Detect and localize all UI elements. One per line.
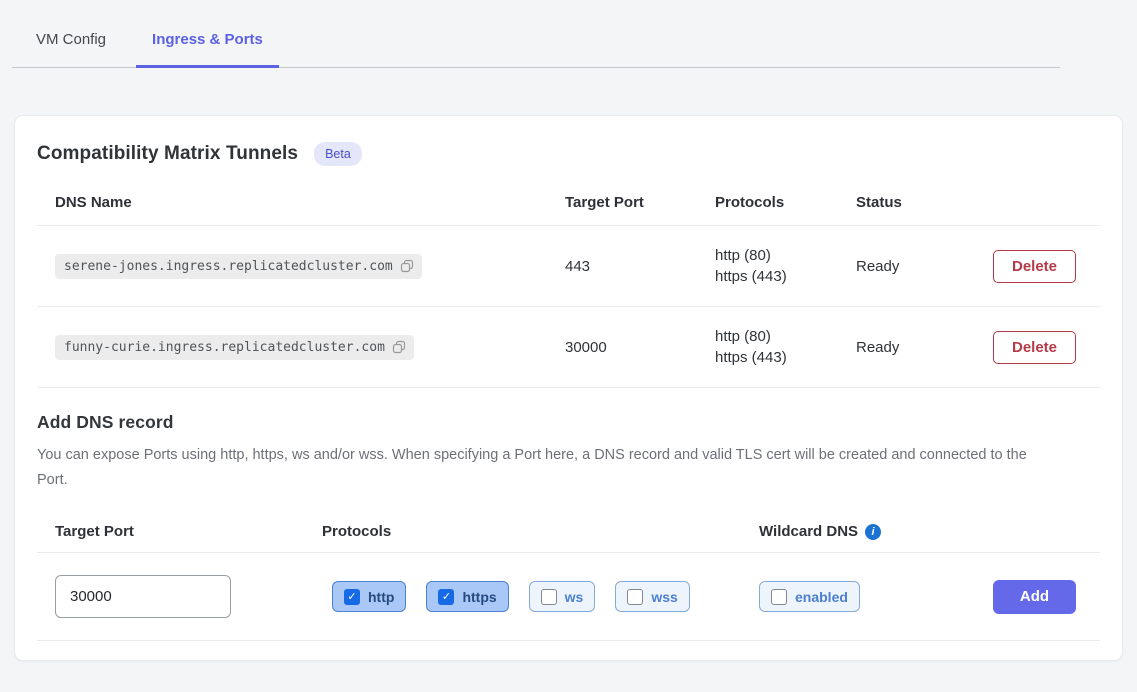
checkmark-icon: ✓ [438, 589, 454, 605]
table-row: serene-jones.ingress.replicatedcluster.c… [37, 226, 1100, 307]
dns-name-pill: funny-curie.ingress.replicatedcluster.co… [55, 335, 414, 360]
empty-checkbox-icon [541, 589, 557, 605]
checkbox-ws[interactable]: ws [529, 581, 596, 612]
card-header: Compatibility Matrix Tunnels Beta [37, 140, 1100, 166]
checkbox-wss-label: wss [651, 589, 677, 605]
protocol-line: https (443) [715, 347, 856, 368]
card-bottom-spacer [37, 641, 1100, 660]
protocols-cell: http (80) https (443) [715, 245, 856, 287]
form-header-target-port: Target Port [55, 523, 322, 540]
table-header-row: DNS Name Target Port Protocols Status [37, 180, 1100, 226]
info-icon[interactable]: i [865, 524, 881, 540]
header-protocols: Protocols [715, 194, 856, 211]
empty-checkbox-icon [771, 589, 787, 605]
header-status: Status [856, 194, 993, 211]
status-value: Ready [856, 258, 993, 275]
form-header-wildcard-dns: Wildcard DNS i [759, 523, 993, 540]
header-dns-name: DNS Name [55, 194, 565, 211]
wildcard-dns-label: Wildcard DNS [759, 523, 858, 540]
header-target-port: Target Port [565, 194, 715, 211]
copy-icon[interactable] [392, 340, 406, 354]
protocol-checkbox-group: ✓ http ✓ https ws wss [332, 581, 759, 612]
checkbox-https-label: https [462, 589, 496, 605]
add-form-row: ✓ http ✓ https ws wss enabled Add [37, 553, 1100, 641]
delete-button[interactable]: Delete [993, 331, 1076, 364]
tab-vm-config[interactable]: VM Config [20, 9, 122, 67]
target-port-input[interactable] [55, 575, 231, 618]
protocol-line: http (80) [715, 326, 856, 347]
target-port-value: 443 [565, 258, 715, 275]
checkbox-enabled-label: enabled [795, 589, 848, 605]
form-header-protocols: Protocols [322, 523, 759, 540]
status-value: Ready [856, 339, 993, 356]
add-dns-record-title: Add DNS record [37, 412, 1100, 433]
target-port-value: 30000 [565, 339, 715, 356]
checkbox-http-label: http [368, 589, 394, 605]
beta-badge: Beta [314, 142, 362, 166]
checkbox-https[interactable]: ✓ https [426, 581, 508, 612]
empty-checkbox-icon [627, 589, 643, 605]
card-title: Compatibility Matrix Tunnels [37, 143, 298, 165]
dns-name-text: funny-curie.ingress.replicatedcluster.co… [64, 340, 385, 355]
checkbox-http[interactable]: ✓ http [332, 581, 406, 612]
tab-bar: VM Config Ingress & Ports [12, 0, 1060, 68]
checkmark-icon: ✓ [344, 589, 360, 605]
add-button[interactable]: Add [993, 580, 1076, 614]
copy-icon[interactable] [400, 259, 414, 273]
protocol-line: http (80) [715, 245, 856, 266]
add-dns-record-description: You can expose Ports using http, https, … [37, 443, 1042, 493]
dns-name-pill: serene-jones.ingress.replicatedcluster.c… [55, 254, 422, 279]
checkbox-wildcard-enabled[interactable]: enabled [759, 581, 860, 612]
tab-ingress-ports[interactable]: Ingress & Ports [136, 9, 279, 67]
dns-name-text: serene-jones.ingress.replicatedcluster.c… [64, 259, 393, 274]
checkbox-wss[interactable]: wss [615, 581, 689, 612]
table-row: funny-curie.ingress.replicatedcluster.co… [37, 307, 1100, 388]
add-form-header-row: Target Port Protocols Wildcard DNS i [37, 511, 1100, 553]
delete-button[interactable]: Delete [993, 250, 1076, 283]
protocol-line: https (443) [715, 266, 856, 287]
tunnels-card: Compatibility Matrix Tunnels Beta DNS Na… [14, 115, 1123, 661]
protocols-cell: http (80) https (443) [715, 326, 856, 368]
checkbox-ws-label: ws [565, 589, 584, 605]
tunnels-table: DNS Name Target Port Protocols Status se… [37, 180, 1100, 388]
